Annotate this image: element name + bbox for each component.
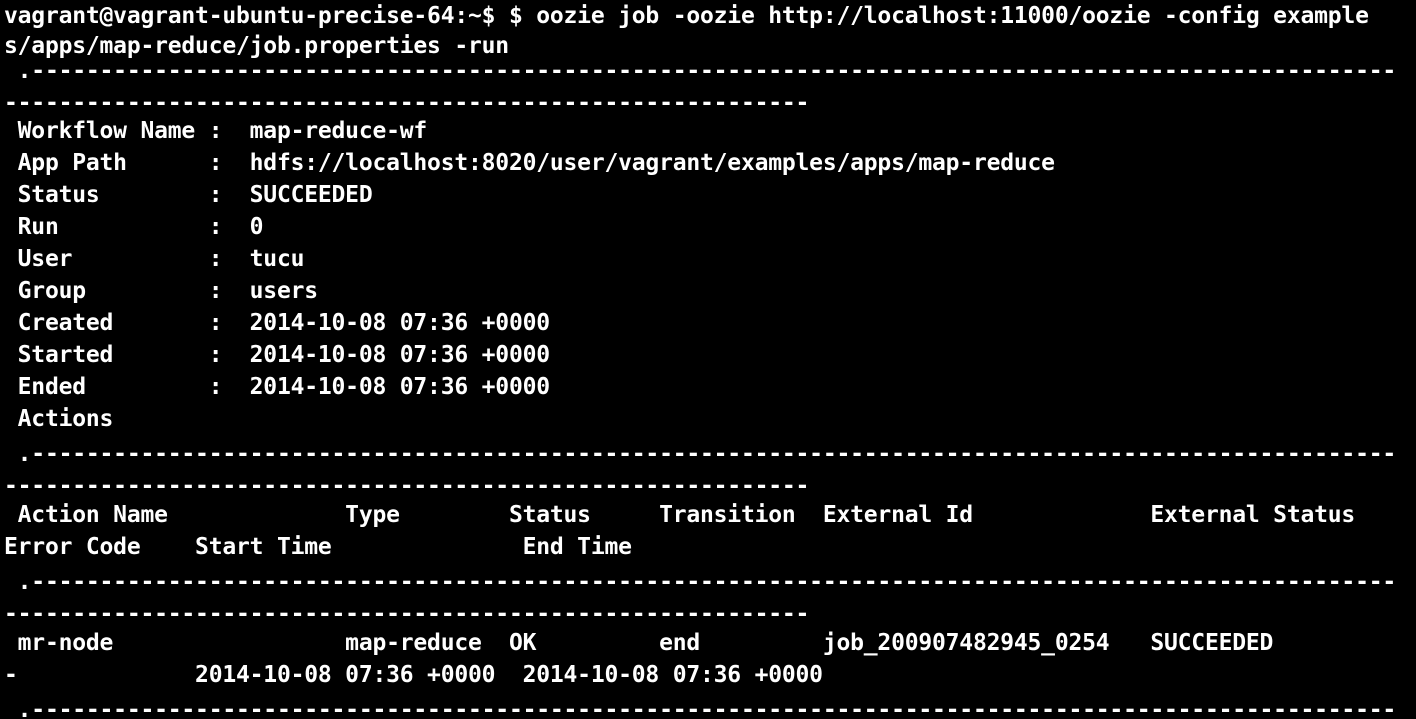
app-path-row: App Path : hdfs://localhost:8020/user/va…	[4, 150, 1055, 176]
user-row: User : tucu	[4, 246, 305, 272]
group-row: Group : users	[4, 278, 318, 304]
ended-row: Ended : 2014-10-08 07:36 +0000	[4, 374, 550, 400]
actions-heading: Actions	[4, 406, 114, 432]
separator-rule: .---------------------------------------…	[4, 569, 1397, 595]
actions-header-row: Action Name Type Status Transition Exter…	[4, 502, 1356, 528]
command-line: vagrant@vagrant-ubuntu-precise-64:~$ $ o…	[4, 3, 1369, 29]
run-row: Run : 0	[4, 214, 264, 240]
separator-rule: .---------------------------------------…	[4, 441, 1397, 467]
created-row: Created : 2014-10-08 07:36 +0000	[4, 310, 550, 336]
separator-rule: .---------------------------------------…	[4, 58, 1397, 84]
action-row: mr-node map-reduce OK end job_2009074829…	[4, 630, 1274, 656]
actions-header-row-wrap: Error Code Start Time End Time	[4, 534, 632, 560]
separator-rule-wrap: ----------------------------------------…	[4, 601, 810, 627]
action-row-wrap: - 2014-10-08 07:36 +0000 2014-10-08 07:3…	[4, 662, 823, 688]
started-row: Started : 2014-10-08 07:36 +0000	[4, 342, 550, 368]
workflow-name-row: Workflow Name : map-reduce-wf	[4, 118, 428, 144]
status-row: Status : SUCCEEDED	[4, 182, 373, 208]
separator-rule-wrap: ----------------------------------------…	[4, 473, 810, 499]
separator-rule: .---------------------------------------…	[4, 697, 1397, 719]
terminal-window[interactable]: vagrant@vagrant-ubuntu-precise-64:~$ $ o…	[0, 0, 1416, 719]
